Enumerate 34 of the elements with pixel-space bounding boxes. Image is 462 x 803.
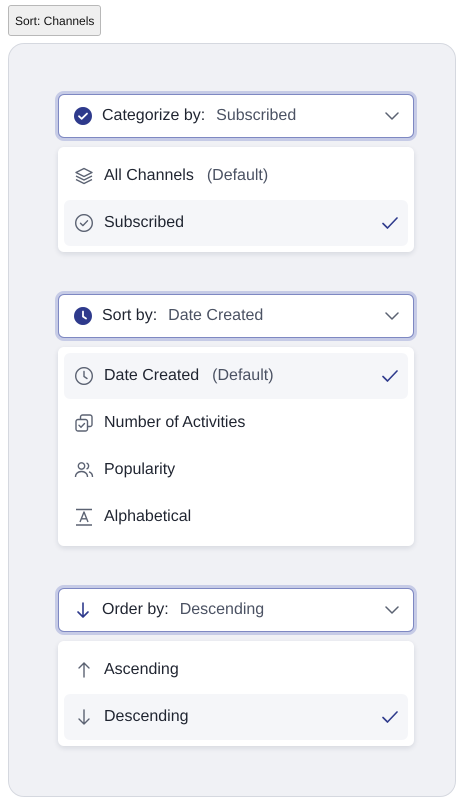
text-icon xyxy=(74,507,94,527)
dropdown-value: Descending xyxy=(180,601,266,619)
dropdown-value: Date Created xyxy=(168,307,264,325)
chevron-down-icon xyxy=(385,112,399,120)
chevron-down-icon xyxy=(385,312,399,320)
menu-option[interactable]: Subscribed xyxy=(64,200,408,246)
clock-icon xyxy=(74,366,94,386)
checkmark-icon xyxy=(382,217,398,229)
checkmark-icon xyxy=(382,370,398,382)
menu-option[interactable]: Descending xyxy=(64,694,408,740)
menu-option[interactable]: All Channels (Default) xyxy=(64,153,408,199)
dropdown-value: Subscribed xyxy=(216,107,298,125)
users-icon xyxy=(74,460,94,480)
dropdown-trigger[interactable]: Categorize by: Subscribed xyxy=(58,94,414,138)
dropdown-label: Order by: xyxy=(102,601,169,619)
sort-button[interactable]: Sort: Channels xyxy=(8,5,102,36)
dropdown-trigger[interactable]: Sort by: Date Created xyxy=(58,294,414,338)
checkmark-icon xyxy=(382,711,398,723)
menu-option[interactable]: Alphabetical xyxy=(64,494,408,540)
default-note: (Default) xyxy=(206,167,268,185)
dropdown-label: Categorize by: xyxy=(102,107,206,125)
menu-option[interactable]: Number of Activities xyxy=(64,400,408,446)
default-note: (Default) xyxy=(212,367,274,385)
menu-option[interactable]: Date Created (Default) xyxy=(64,353,408,399)
chevron-down-icon xyxy=(385,606,399,614)
menu-option[interactable]: Popularity xyxy=(64,447,408,493)
clock-icon xyxy=(73,306,93,326)
copy-check-icon xyxy=(74,413,94,433)
menu-option[interactable]: Ascending xyxy=(64,647,408,693)
check-circle-icon xyxy=(74,213,94,233)
layers-icon xyxy=(74,166,94,186)
dropdown-label: Sort by: xyxy=(102,307,158,325)
dropdown-trigger[interactable]: Order by: Descending xyxy=(58,588,414,632)
check-circle-icon xyxy=(73,106,93,126)
